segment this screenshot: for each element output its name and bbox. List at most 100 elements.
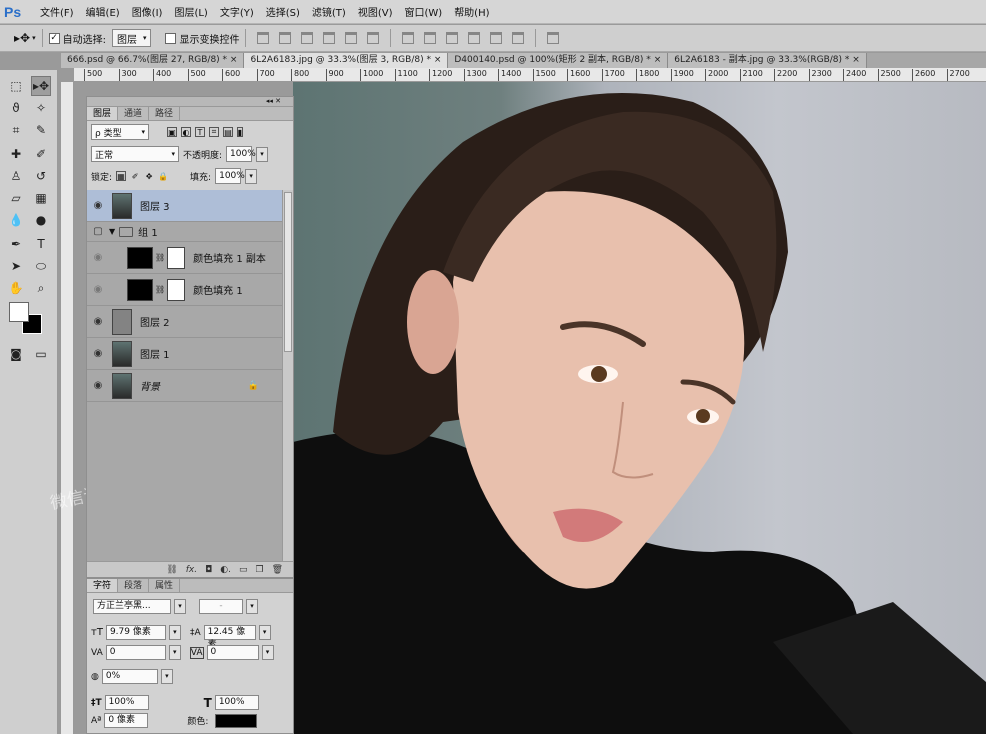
- chevron-down-icon[interactable]: ▾: [168, 645, 181, 660]
- crop-tool-icon[interactable]: ⌗: [6, 120, 26, 140]
- layer-row-layer-2[interactable]: ◉ 图层 2: [87, 306, 283, 338]
- clone-stamp-tool-icon[interactable]: ♙: [6, 166, 26, 186]
- align-top-icon[interactable]: [257, 32, 270, 44]
- trash-icon[interactable]: 🗑: [272, 565, 283, 575]
- eye-icon[interactable]: ◉: [87, 380, 109, 391]
- opacity-input[interactable]: 100%: [226, 146, 256, 162]
- font-style-dropdown[interactable]: -: [199, 599, 243, 614]
- lasso-tool-icon[interactable]: ϑ: [6, 98, 26, 118]
- distribute-vcenter-icon[interactable]: [424, 32, 437, 44]
- tracking-input[interactable]: 0: [206, 645, 259, 660]
- visibility-empty-icon[interactable]: ▢: [87, 226, 109, 237]
- layer-row-background[interactable]: ◉ 背景 🔒: [87, 370, 283, 402]
- dodge-tool-icon[interactable]: ●: [31, 210, 51, 230]
- lock-transparent-icon[interactable]: ▦: [116, 171, 127, 181]
- show-transform-option[interactable]: 显示变换控件: [165, 31, 239, 46]
- close-icon[interactable]: ×: [654, 55, 662, 65]
- screen-mode-icon[interactable]: ▭: [31, 344, 51, 364]
- menu-type[interactable]: 文字(Y): [220, 4, 254, 19]
- document-canvas[interactable]: [293, 82, 986, 734]
- baseline-shift-input[interactable]: 0 像素: [104, 713, 149, 728]
- horizontal-scale-input[interactable]: 100%: [214, 695, 259, 710]
- align-bottom-icon[interactable]: [301, 32, 314, 44]
- tab-paragraph[interactable]: 段落: [118, 579, 150, 592]
- layer-row-group-1[interactable]: ▢ ▼ 组 1: [87, 222, 283, 242]
- chevron-down-icon[interactable]: ▾: [160, 669, 173, 684]
- layers-scrollbar[interactable]: [282, 190, 293, 561]
- menu-view[interactable]: 视图(V): [358, 4, 393, 19]
- eye-icon[interactable]: ◉: [87, 284, 109, 295]
- eye-icon[interactable]: ◉: [87, 252, 109, 263]
- type-tool-icon[interactable]: T: [31, 234, 51, 254]
- chevron-down-icon[interactable]: ▾: [258, 625, 271, 640]
- chevron-down-icon[interactable]: ▾: [174, 599, 186, 614]
- tab-doc-1[interactable]: 666.psd @ 66.7%(图层 27, RGB/8) * ×: [61, 53, 245, 68]
- adjustment-layer-icon[interactable]: ◐.: [220, 565, 231, 575]
- lock-position-icon[interactable]: ✥: [144, 171, 154, 181]
- tab-properties[interactable]: 属性: [149, 579, 181, 592]
- add-mask-icon[interactable]: ◘: [205, 565, 212, 575]
- tab-doc-4[interactable]: 6L2A6183 - 副本.jpg @ 33.3%(RGB/8) * ×: [668, 53, 867, 68]
- hand-tool-icon[interactable]: ✋: [6, 278, 26, 298]
- close-icon[interactable]: ×: [434, 55, 442, 65]
- filter-pixel-icon[interactable]: ▣: [167, 127, 177, 137]
- menu-select[interactable]: 选择(S): [266, 4, 300, 19]
- tsume-input[interactable]: 0%: [101, 669, 158, 684]
- vertical-scale-input[interactable]: 100%: [104, 695, 149, 710]
- eye-icon[interactable]: ◉: [87, 200, 109, 211]
- align-left-icon[interactable]: [323, 32, 336, 44]
- auto-select-checkbox[interactable]: ✓: [48, 32, 60, 44]
- leading-input[interactable]: 12.45 像素: [203, 625, 256, 650]
- chevron-down-icon[interactable]: ▾: [256, 146, 269, 162]
- fill-input[interactable]: 100%: [215, 168, 245, 184]
- layer-row-color-fill-1[interactable]: ◉ ⛓ 颜色填充 1: [87, 274, 283, 306]
- pen-tool-icon[interactable]: ✒: [6, 234, 26, 254]
- tab-paths[interactable]: 路径: [149, 107, 181, 120]
- filter-type-icon[interactable]: T: [195, 127, 205, 137]
- move-tool-preset[interactable]: ▸✥ ▾: [14, 31, 36, 45]
- tab-doc-3[interactable]: D400140.psd @ 100%(矩形 2 副本, RGB/8) * ×: [448, 53, 669, 68]
- distribute-right-icon[interactable]: [512, 32, 525, 44]
- layer-row-color-fill-copy[interactable]: ◉ ⛓ 颜色填充 1 副本: [87, 242, 283, 274]
- blend-mode-dropdown[interactable]: 正常 ▾: [91, 146, 179, 162]
- align-right-icon[interactable]: [367, 32, 380, 44]
- brush-tool-icon[interactable]: ✐: [31, 144, 51, 164]
- quick-mask-icon[interactable]: ◙: [6, 344, 26, 364]
- font-family-dropdown[interactable]: 方正兰亭黑...: [93, 599, 171, 614]
- font-size-input[interactable]: 9.79 像素: [105, 625, 166, 640]
- eye-icon[interactable]: ◉: [87, 348, 109, 359]
- filter-adjustment-icon[interactable]: ◐: [181, 127, 191, 137]
- lock-all-icon[interactable]: 🔒: [158, 171, 168, 181]
- auto-align-icon[interactable]: [547, 32, 560, 44]
- menu-window[interactable]: 窗口(W): [404, 4, 442, 19]
- auto-select-dropdown[interactable]: 图层 ▾: [111, 29, 152, 47]
- foreground-color-swatch[interactable]: [9, 302, 29, 322]
- filter-smart-object-icon[interactable]: ▤: [223, 127, 233, 137]
- blur-tool-icon[interactable]: 💧: [6, 210, 26, 230]
- menu-edit[interactable]: 编辑(E): [86, 4, 120, 19]
- menu-image[interactable]: 图像(I): [132, 4, 163, 19]
- eye-icon[interactable]: ◉: [87, 316, 109, 327]
- layer-row-layer-1[interactable]: ◉ 图层 1: [87, 338, 283, 370]
- panel-header-strip[interactable]: ◂◂ ✕: [87, 97, 293, 107]
- collapse-icon[interactable]: ◂◂ ✕: [266, 97, 281, 105]
- chevron-down-icon[interactable]: ▾: [168, 625, 181, 640]
- scrollbar-thumb[interactable]: [284, 192, 292, 352]
- tab-channels[interactable]: 通道: [118, 107, 150, 120]
- menu-help[interactable]: 帮助(H): [454, 4, 489, 19]
- marquee-tool-icon[interactable]: ⬚: [6, 76, 26, 96]
- close-icon[interactable]: ×: [230, 55, 238, 65]
- zoom-tool-icon[interactable]: ⌕: [31, 278, 51, 298]
- new-group-icon[interactable]: ▭: [239, 565, 248, 575]
- layer-filter-dropdown[interactable]: ρ 类型 ▾: [91, 124, 149, 140]
- path-selection-tool-icon[interactable]: ➤: [6, 256, 26, 276]
- distribute-top-icon[interactable]: [402, 32, 415, 44]
- menu-file[interactable]: 文件(F): [40, 4, 74, 19]
- align-vcenter-icon[interactable]: [279, 32, 292, 44]
- align-hcenter-icon[interactable]: [345, 32, 358, 44]
- layer-row-layer-3[interactable]: ◉ 图层 3: [87, 190, 283, 222]
- text-color-swatch[interactable]: [215, 713, 258, 728]
- chevron-down-icon[interactable]: ▾: [246, 599, 258, 614]
- filter-toggle-icon[interactable]: ▮: [237, 127, 243, 137]
- healing-brush-tool-icon[interactable]: ✚: [6, 144, 26, 164]
